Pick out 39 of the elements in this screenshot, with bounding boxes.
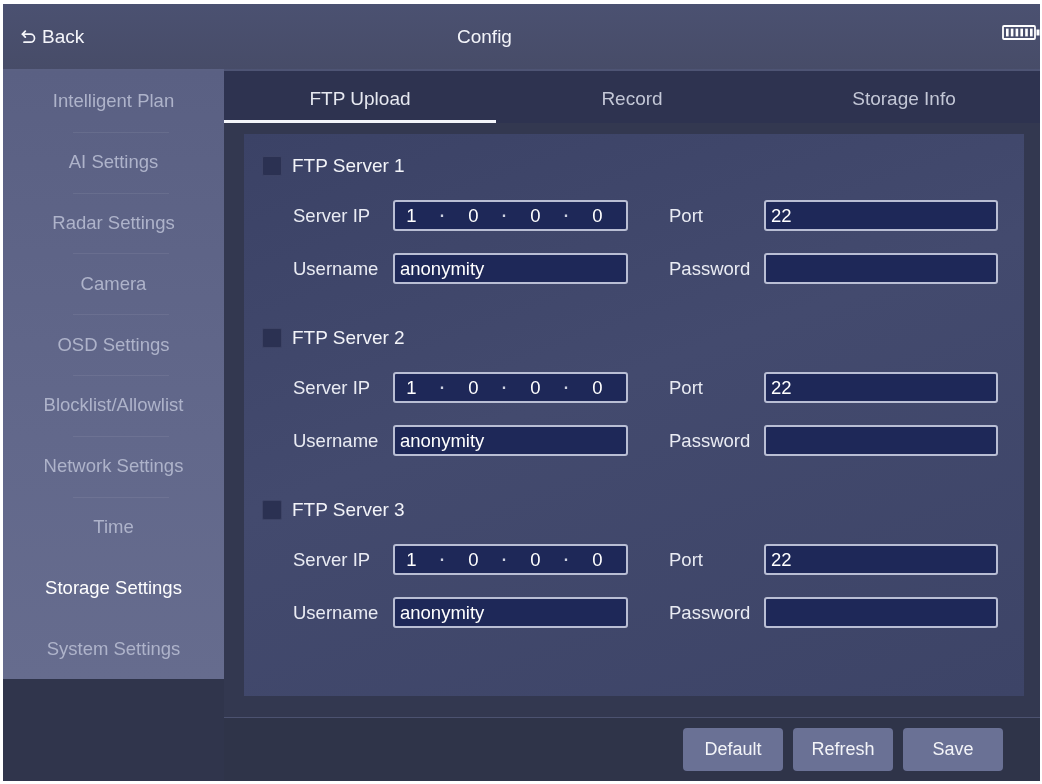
tab[interactable]: Record xyxy=(496,71,768,123)
server-title: FTP Server 3 xyxy=(292,499,405,521)
input-field[interactable]: anonymity xyxy=(393,425,628,456)
input-field[interactable]: 22 xyxy=(764,200,998,231)
field-label: Username xyxy=(293,429,380,452)
field-label: Password xyxy=(669,429,752,452)
back-arrow-icon xyxy=(21,29,36,44)
field-label: Port xyxy=(669,548,704,571)
input-field[interactable]: 22 xyxy=(764,544,998,575)
battery-icon xyxy=(1002,25,1040,40)
field-label: Username xyxy=(293,257,380,280)
action-button[interactable]: Default xyxy=(683,728,783,771)
ip-address-field[interactable]: 1 · 0 · 0 · 0 xyxy=(393,544,628,575)
server-title: FTP Server 1 xyxy=(292,155,405,177)
password-field[interactable] xyxy=(764,253,998,284)
action-button[interactable]: Save xyxy=(903,728,1003,771)
field-label: Password xyxy=(669,601,752,624)
password-field[interactable] xyxy=(764,425,998,456)
field-label: Server IP xyxy=(293,376,372,399)
tab[interactable]: Storage Info xyxy=(768,71,1040,123)
ip-address-field[interactable]: 1 · 0 · 0 · 0 xyxy=(393,200,628,231)
ip-address-field[interactable]: 1 · 0 · 0 · 0 xyxy=(393,372,628,403)
action-button[interactable]: Refresh xyxy=(793,728,893,771)
back-button[interactable]: Back xyxy=(19,23,87,50)
input-field[interactable]: anonymity xyxy=(393,597,628,628)
server-title: FTP Server 2 xyxy=(292,327,405,349)
field-label: Port xyxy=(669,376,704,399)
checkbox[interactable] xyxy=(262,328,282,348)
password-field[interactable] xyxy=(764,597,998,628)
field-label: Password xyxy=(669,257,752,280)
field-label: Server IP xyxy=(293,204,372,227)
field-label: Username xyxy=(293,601,380,624)
sidebar-item[interactable]: Storage Settings xyxy=(3,557,224,619)
field-label: Server IP xyxy=(293,548,372,571)
input-field[interactable]: anonymity xyxy=(393,253,628,284)
field-label: Port xyxy=(669,204,704,227)
checkbox[interactable] xyxy=(262,500,282,520)
input-field[interactable]: 22 xyxy=(764,372,998,403)
page-title: Config xyxy=(457,25,512,48)
